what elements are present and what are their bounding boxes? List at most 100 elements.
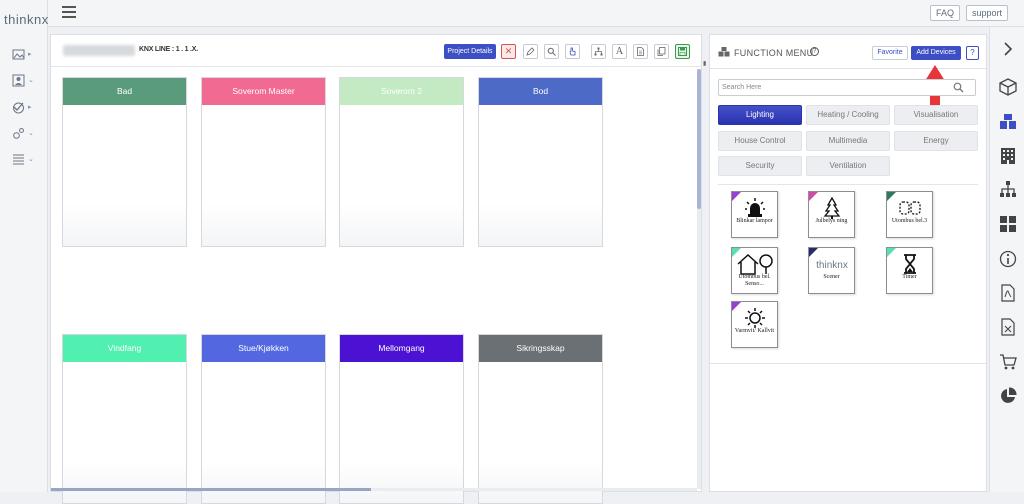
device-tile[interactable]: Varmvit/ Kallvit bbox=[731, 301, 778, 348]
favorite-button[interactable]: Favorite bbox=[872, 46, 908, 60]
sidebar-item-gallery[interactable]: ▸ bbox=[12, 46, 42, 62]
category-tab-house-control[interactable]: House Control bbox=[718, 131, 802, 151]
device-tile[interactable]: Utombus bel.3 bbox=[886, 191, 933, 238]
save-tool-button[interactable] bbox=[675, 44, 690, 59]
search-tool-button[interactable] bbox=[544, 44, 559, 59]
floppy-save-icon bbox=[678, 47, 687, 56]
touch-tool-button[interactable] bbox=[565, 44, 580, 59]
svg-text:thinknx: thinknx bbox=[816, 260, 848, 271]
text-tool-button[interactable]: A bbox=[612, 44, 627, 59]
tile-corner-marker bbox=[732, 302, 741, 311]
category-tab-lighting[interactable]: Lighting bbox=[718, 105, 802, 125]
house-tree-icon bbox=[737, 253, 773, 275]
room-body bbox=[63, 362, 186, 503]
sidebar-item-list[interactable]: ⌄ bbox=[12, 151, 42, 167]
pdf-file-icon[interactable] bbox=[999, 284, 1017, 302]
left-sidebar: thinknx ▸ ⌄ ▸ ⌄ ⌄ bbox=[0, 0, 48, 492]
room-body bbox=[479, 105, 602, 246]
vertical-scrollbar[interactable] bbox=[697, 69, 701, 489]
device-tile[interactable]: thinknx Scener bbox=[808, 247, 855, 294]
chevron-right-icon[interactable] bbox=[1001, 40, 1015, 58]
building-icon[interactable] bbox=[999, 147, 1017, 165]
device-tile[interactable]: Blinkar lampor bbox=[731, 191, 778, 238]
tile-corner-marker bbox=[732, 192, 741, 201]
room-card[interactable]: Soverom Master bbox=[201, 77, 326, 247]
search-icon[interactable] bbox=[953, 82, 964, 93]
room-body bbox=[202, 362, 325, 503]
device-label: Varmvit/ Kallvit bbox=[734, 328, 775, 334]
scroll-thumb[interactable] bbox=[697, 69, 701, 209]
category-tab-visualisation[interactable]: Visualisation bbox=[894, 105, 978, 125]
faq-button[interactable]: FAQ bbox=[930, 5, 960, 21]
room-header[interactable]: Mellomgang bbox=[340, 335, 463, 362]
document-tool-button[interactable] bbox=[633, 44, 648, 59]
room-header[interactable]: Stue/Kjøkken bbox=[202, 335, 325, 362]
category-tab-security[interactable]: Security bbox=[718, 156, 802, 176]
pie-chart-icon[interactable] bbox=[999, 387, 1017, 405]
info-circle-icon[interactable] bbox=[999, 250, 1017, 268]
search-input[interactable]: Search Here bbox=[718, 79, 976, 96]
room-card[interactable]: Sikringsskap bbox=[478, 334, 603, 504]
room-header[interactable]: Bod bbox=[479, 78, 602, 105]
list-icon bbox=[13, 154, 24, 164]
hierarchy-tool-button[interactable] bbox=[591, 44, 606, 59]
project-name-blurred bbox=[63, 45, 135, 56]
hierarchy-icon[interactable] bbox=[999, 180, 1017, 198]
room-header[interactable]: Vindfang bbox=[63, 335, 186, 362]
device-label: Timer bbox=[902, 274, 917, 280]
dashboard-grid-icon[interactable] bbox=[999, 215, 1017, 233]
hierarchy-icon bbox=[594, 47, 603, 56]
device-label: Blinkar lampor bbox=[736, 218, 773, 224]
add-devices-button[interactable]: Add Devices bbox=[911, 46, 961, 60]
device-tile[interactable]: Julbelys ning bbox=[808, 191, 855, 238]
device-label: Scener bbox=[823, 274, 840, 280]
close-tool-button[interactable]: ✕ bbox=[501, 44, 516, 59]
magnifier-icon bbox=[547, 47, 556, 56]
copy-tool-button[interactable] bbox=[654, 44, 669, 59]
app-logo: thinknx bbox=[4, 12, 49, 27]
category-tab-ventilation[interactable]: Ventilation bbox=[806, 156, 890, 176]
canvas-toolbar: KNX LINE : 1 . 1 .X. Project Details ✕ A bbox=[51, 35, 701, 67]
cubes-icon[interactable] bbox=[999, 113, 1017, 131]
tile-corner-marker bbox=[887, 248, 896, 257]
hand-pointer-icon bbox=[569, 47, 576, 56]
dashed-lamps-icon bbox=[899, 201, 921, 215]
shopping-cart-icon[interactable] bbox=[999, 353, 1017, 371]
horizontal-scrollbar[interactable] bbox=[51, 488, 697, 491]
help-circle-icon[interactable]: ? bbox=[810, 47, 819, 56]
divider bbox=[718, 184, 978, 185]
excel-file-icon[interactable] bbox=[999, 318, 1017, 336]
hamburger-menu-icon[interactable] bbox=[62, 6, 76, 18]
cube-icon[interactable] bbox=[999, 78, 1017, 96]
device-label: Utombus bel. Senso... bbox=[738, 274, 771, 287]
room-card[interactable]: Vindfang bbox=[62, 334, 187, 504]
support-button[interactable]: support bbox=[966, 5, 1008, 21]
device-tile[interactable]: Utombus bel. Senso... bbox=[731, 247, 778, 294]
room-card[interactable]: Mellomgang bbox=[339, 334, 464, 504]
top-bar: FAQ support bbox=[48, 0, 1024, 27]
category-tab-energy[interactable]: Energy bbox=[894, 131, 978, 151]
sidebar-item-tasks[interactable]: ▸ bbox=[12, 99, 42, 115]
chevron-down-icon: ⌄ bbox=[28, 156, 34, 163]
room-card[interactable]: Bod bbox=[478, 77, 603, 247]
room-header[interactable]: Sikringsskap bbox=[479, 335, 602, 362]
room-card[interactable]: Bad bbox=[62, 77, 187, 247]
room-header[interactable]: Bad bbox=[63, 78, 186, 105]
project-details-button[interactable]: Project Details bbox=[444, 44, 496, 59]
pencil-icon bbox=[526, 47, 535, 56]
device-tile[interactable]: Timer bbox=[886, 247, 933, 294]
rooms-canvas: Bad Soverom Master Soverom 2 Bod Vindfan… bbox=[51, 68, 697, 504]
thinknx-logo-icon: thinknx bbox=[816, 260, 848, 271]
scroll-thumb[interactable] bbox=[51, 488, 371, 491]
help-button[interactable]: ? bbox=[966, 46, 979, 60]
room-header[interactable]: Soverom 2 bbox=[340, 78, 463, 105]
category-tab-multimedia[interactable]: Multimedia bbox=[806, 131, 890, 151]
room-card[interactable]: Stue/Kjøkken bbox=[201, 334, 326, 504]
sidebar-item-settings[interactable]: ⌄ bbox=[12, 125, 42, 141]
sidebar-item-contacts[interactable]: ⌄ bbox=[12, 72, 42, 88]
pencil-tool-button[interactable] bbox=[523, 44, 538, 59]
room-card[interactable]: Soverom 2 bbox=[339, 77, 464, 247]
room-header[interactable]: Soverom Master bbox=[202, 78, 325, 105]
chevron-down-icon: ⌄ bbox=[28, 130, 34, 137]
category-tab-heating-cooling[interactable]: Heating / Cooling bbox=[806, 105, 890, 125]
